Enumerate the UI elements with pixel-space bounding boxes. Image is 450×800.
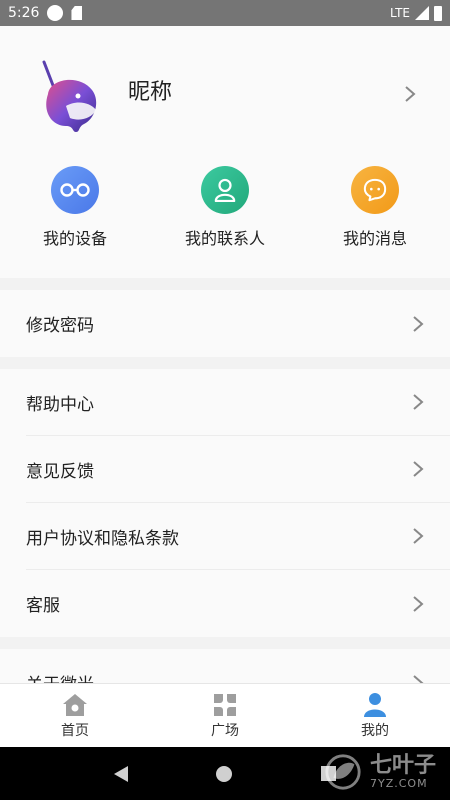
chevron-right-icon — [413, 394, 424, 410]
chevron-right-icon — [413, 528, 424, 544]
profile-scroll-area[interactable]: 昵称 我的设备 我的联系人 我的消息 修改密码 帮助中心 意见反馈 用户协议和隐… — [0, 26, 450, 683]
menu-group-about: 关于微光 — [0, 649, 450, 683]
chevron-right-icon — [413, 674, 424, 683]
chevron-right-icon — [413, 461, 424, 477]
back-triangle-icon[interactable] — [114, 765, 129, 782]
menu-item-feedback[interactable]: 意见反馈 — [26, 436, 450, 503]
chevron-right-icon — [413, 595, 424, 612]
shortcut-row: 我的设备 我的联系人 我的消息 — [0, 166, 450, 249]
watermark: 七叶子 7YZ.COM — [324, 753, 436, 791]
network-type: LTE — [390, 6, 410, 20]
menu-item-user-agreement[interactable]: 用户协议和隐私条款 — [26, 503, 450, 570]
menu-group-support: 帮助中心 意见反馈 用户协议和隐私条款 客服 — [0, 369, 450, 637]
profile-header: 昵称 我的设备 我的联系人 我的消息 — [0, 26, 450, 278]
avatar[interactable] — [36, 60, 104, 134]
system-nav-bar: 七叶子 7YZ.COM — [0, 747, 450, 800]
chevron-right-icon — [413, 315, 424, 332]
tab-home[interactable]: 首页 — [0, 684, 150, 747]
notification-circle-icon — [47, 5, 64, 21]
shortcut-my-messages[interactable]: 我的消息 — [300, 166, 450, 249]
shortcut-label: 我的联系人 — [184, 229, 265, 248]
menu-item-label: 关于微光 — [26, 670, 412, 683]
tab-label: 首页 — [61, 722, 89, 739]
user-icon — [364, 692, 386, 717]
square-grid-icon — [214, 693, 236, 716]
chevron-right-icon[interactable] — [404, 86, 416, 106]
chat-bubble-icon — [351, 166, 399, 214]
shortcut-my-contacts[interactable]: 我的联系人 — [150, 166, 300, 249]
menu-item-label: 修改密码 — [26, 316, 94, 336]
menu-item-label: 客服 — [26, 596, 60, 616]
home-icon — [63, 693, 87, 716]
sd-card-icon — [71, 6, 83, 20]
status-time: 5:26 — [8, 5, 40, 21]
nickname[interactable]: 昵称 — [128, 74, 172, 106]
menu-item-help-center[interactable]: 帮助中心 — [26, 369, 450, 436]
menu-item-label: 意见反馈 — [26, 461, 94, 482]
tab-label: 我的 — [361, 722, 389, 739]
menu-item-about[interactable]: 关于微光 — [26, 649, 450, 683]
battery-icon — [434, 5, 442, 21]
glasses-icon — [51, 166, 99, 214]
narwhal-logo-icon — [42, 60, 97, 132]
signal-icon — [415, 6, 429, 20]
menu-item-label: 用户协议和隐私条款 — [26, 528, 179, 549]
tab-label: 广场 — [211, 722, 239, 739]
leaf-logo-icon — [325, 754, 361, 790]
menu-item-change-password[interactable]: 修改密码 — [26, 290, 450, 357]
menu-group-account: 修改密码 — [0, 290, 450, 357]
watermark-domain: 7YZ.COM — [369, 776, 428, 790]
menu-item-customer-service[interactable]: 客服 — [26, 570, 450, 637]
person-icon — [201, 166, 249, 214]
shortcut-label: 我的消息 — [342, 229, 407, 248]
tab-square[interactable]: 广场 — [150, 684, 300, 747]
status-bar: 5:26 LTE — [0, 0, 450, 26]
menu-item-label: 帮助中心 — [26, 394, 94, 415]
watermark-text: 七叶子 — [369, 752, 436, 778]
home-circle-icon[interactable] — [216, 765, 233, 782]
shortcut-my-devices[interactable]: 我的设备 — [0, 166, 150, 249]
shortcut-label: 我的设备 — [42, 229, 107, 248]
tab-mine[interactable]: 我的 — [300, 684, 450, 747]
bottom-tab-bar: 首页 广场 我的 — [0, 683, 450, 747]
